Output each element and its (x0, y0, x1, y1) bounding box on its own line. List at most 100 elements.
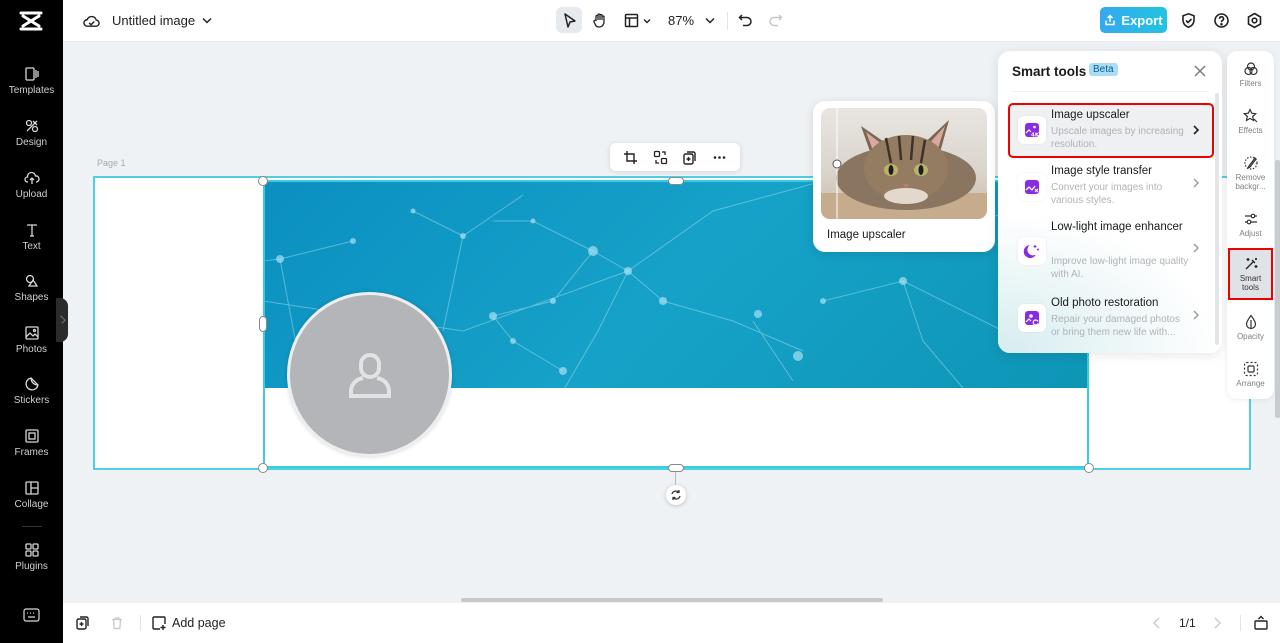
sidebar-item-text[interactable]: Text (0, 222, 63, 268)
right-tool-effects[interactable]: Effects (1230, 108, 1271, 135)
vertical-scrollbar[interactable] (1275, 160, 1280, 418)
shapes-icon (25, 274, 38, 287)
more-options-button[interactable] (710, 148, 728, 166)
sidebar-item-shapes[interactable]: Shapes (0, 273, 63, 319)
svg-text:4K: 4K (1031, 133, 1040, 139)
shield-check-button[interactable] (1178, 10, 1198, 30)
export-button[interactable]: Export (1100, 7, 1167, 33)
capcut-logo-icon[interactable] (18, 10, 44, 32)
page-label: Page 1 (97, 158, 126, 168)
select-tool-button[interactable] (556, 7, 582, 33)
sidebar-item-label: Templates (8, 85, 55, 96)
chevron-right-icon (1193, 125, 1200, 135)
layout-icon (624, 13, 638, 27)
right-tool-smart-tools[interactable]: Smart tools (1228, 248, 1273, 300)
tool-item-image-upscaler[interactable]: 4K Image upscaler Upscale images by incr… (1008, 103, 1214, 158)
duplicate-page-icon[interactable] (75, 615, 91, 631)
settings-button[interactable] (1244, 10, 1264, 30)
resize-handle-left[interactable] (259, 316, 267, 332)
sidebar-item-label: Shapes (14, 292, 49, 303)
sidebar-item-label: Photos (15, 344, 48, 355)
resize-handle-bottom[interactable] (668, 464, 684, 472)
bottom-divider (140, 615, 141, 631)
bottom-divider (1240, 615, 1241, 631)
hand-tool-button[interactable] (589, 10, 609, 30)
previous-page-icon[interactable] (1149, 615, 1165, 631)
tool-item-low-light-enhancer[interactable]: Low-light image enhancer Improve low-lig… (1010, 221, 1212, 283)
add-page-button[interactable]: Add page (151, 615, 226, 631)
cat-photo-graphic (821, 108, 987, 219)
replace-button[interactable] (651, 148, 669, 166)
design-icon (25, 119, 38, 133)
tool-item-old-photo-restoration[interactable]: Old photo restoration Repair your damage… (1010, 295, 1212, 343)
redo-button[interactable] (766, 11, 784, 29)
page-manager-icon[interactable] (1253, 615, 1269, 631)
collage-icon (24, 481, 39, 495)
sidebar-item-label: Design (15, 137, 48, 148)
right-tool-label: Opacity (1236, 332, 1265, 341)
photos-icon (24, 326, 39, 340)
sidebar-item-label: Frames (14, 447, 49, 458)
toolbar-divider (727, 12, 728, 30)
right-tool-filters[interactable]: Filters (1230, 61, 1271, 88)
replace-icon (653, 150, 667, 164)
hand-icon (592, 12, 605, 28)
crop-button[interactable] (622, 148, 640, 166)
horizontal-scrollbar[interactable] (461, 598, 883, 602)
sidebar-divider (22, 526, 42, 527)
right-property-toolbar: Filters Effects Remove backgr... Adjust … (1227, 51, 1274, 399)
tool-item-image-style-transfer[interactable]: Image style transfer Convert your images… (1010, 163, 1212, 213)
cloud-saved-icon[interactable] (82, 12, 100, 30)
sidebar-item-design[interactable]: Design (0, 118, 63, 164)
panel-scrollbar[interactable] (1215, 93, 1219, 345)
sidebar-item-upload[interactable]: Upload (0, 170, 63, 216)
rotate-handle[interactable] (666, 485, 686, 505)
resize-handle-top-left[interactable] (258, 176, 268, 186)
duplicate-icon (683, 150, 696, 165)
page-indicator: 1/1 (1179, 616, 1196, 630)
bottom-bar: Add page 1/1 (63, 603, 1280, 643)
tool-description: Repair your damaged photos or bring them… (1051, 314, 1180, 338)
profile-avatar-placeholder[interactable] (287, 292, 452, 457)
sidebar-item-photos[interactable]: Photos (0, 325, 63, 371)
document-title[interactable]: Untitled image (112, 13, 195, 28)
arrange-layers-icon (1243, 361, 1258, 377)
moon-sparkle-icon (1018, 237, 1046, 265)
add-page-label: Add page (172, 616, 226, 630)
right-tool-remove-background[interactable]: Remove backgr... (1230, 155, 1271, 191)
duplicate-button[interactable] (681, 148, 699, 166)
next-page-icon[interactable] (1209, 615, 1225, 631)
title-chevron-down-icon[interactable] (200, 13, 214, 27)
adjust-sliders-icon (1244, 213, 1257, 225)
undo-button[interactable] (736, 11, 754, 29)
tool-description: Upscale images by increasing resolution. (1051, 126, 1184, 150)
redo-icon (768, 13, 783, 26)
sidebar-item-templates[interactable]: Templates (0, 66, 63, 112)
resize-handle-top[interactable] (668, 177, 684, 185)
resize-handle-bottom-left[interactable] (258, 463, 268, 473)
help-button[interactable] (1211, 10, 1231, 30)
rotate-handle-stem (675, 472, 676, 485)
sidebar-item-stickers[interactable]: Stickers (0, 376, 63, 422)
keyboard-shortcuts-icon[interactable] (23, 608, 40, 622)
tool-description: Convert your images into various styles. (1051, 182, 1163, 206)
layout-chevron-down-icon[interactable] (641, 13, 653, 27)
delete-page-icon[interactable] (109, 615, 125, 631)
sidebar-collapse-handle[interactable] (56, 298, 68, 342)
frames-icon (24, 429, 39, 443)
right-tool-label: Smart tools (1239, 274, 1262, 292)
sidebar-item-collage[interactable]: Collage (0, 480, 63, 526)
right-tool-label: Remove backgr... (1235, 173, 1266, 191)
right-tool-label: Adjust (1239, 229, 1262, 238)
layout-button[interactable] (622, 10, 640, 30)
right-tool-opacity[interactable]: Opacity (1230, 314, 1271, 341)
sidebar-item-plugins[interactable]: Plugins (0, 542, 63, 588)
zoom-level[interactable]: 87% (668, 13, 694, 28)
right-tool-adjust[interactable]: Adjust (1230, 211, 1271, 238)
sidebar-item-frames[interactable]: Frames (0, 428, 63, 474)
right-tool-label: Arrange (1236, 379, 1265, 388)
resize-handle-bottom-right[interactable] (1084, 463, 1094, 473)
zoom-chevron-down-icon[interactable] (703, 13, 717, 27)
right-tool-arrange[interactable]: Arrange (1230, 361, 1271, 388)
close-icon[interactable] (1193, 64, 1207, 78)
